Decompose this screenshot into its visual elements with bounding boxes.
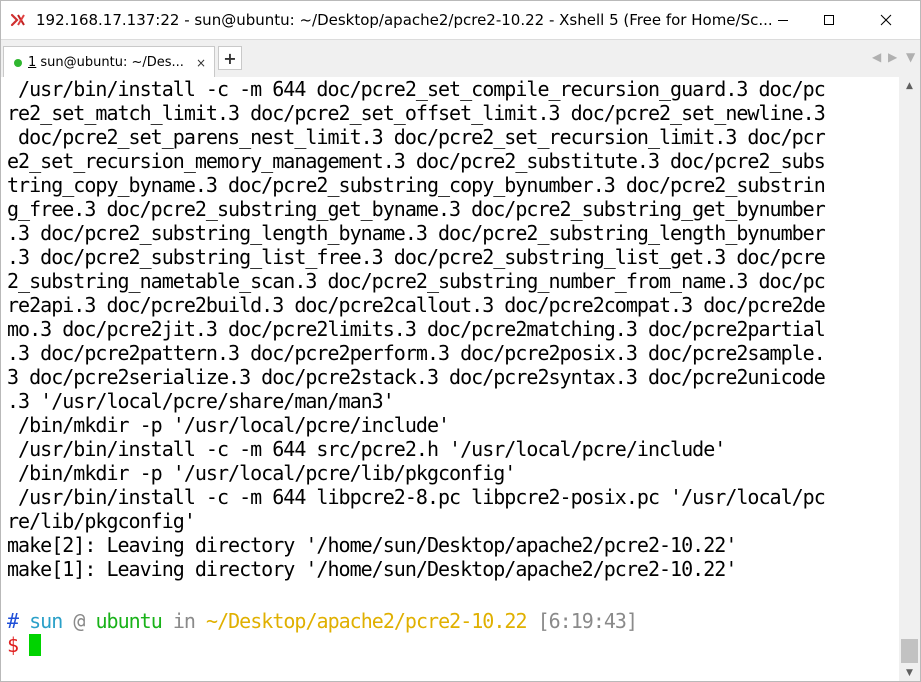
terminal-line: re2_set_match_limit.3 doc/pcre2_set_offs… bbox=[7, 101, 826, 125]
terminal-line: /usr/bin/install -c -m 644 libpcre2-8.pc… bbox=[7, 485, 826, 509]
terminal-line: .3 '/usr/local/pcre/share/man/man3' bbox=[7, 389, 395, 413]
prompt-dollar: $ bbox=[7, 633, 19, 657]
terminal-line: e2_set_recursion_memory_management.3 doc… bbox=[7, 149, 826, 173]
terminal-line: make[2]: Leaving directory '/home/sun/De… bbox=[7, 533, 737, 557]
minimize-icon bbox=[778, 20, 788, 21]
scroll-down-icon[interactable]: ▼ bbox=[899, 664, 920, 681]
vertical-scrollbar[interactable]: ▲ ▼ bbox=[899, 77, 920, 681]
scroll-up-icon[interactable]: ▲ bbox=[899, 77, 920, 94]
terminal-output[interactable]: /usr/bin/install -c -m 644 doc/pcre2_set… bbox=[1, 77, 899, 681]
tab-menu-icon[interactable]: ▼ bbox=[906, 50, 915, 64]
minimize-button[interactable] bbox=[760, 1, 806, 39]
terminal-line: 2_substring_nametable_scan.3 doc/pcre2_s… bbox=[7, 269, 826, 293]
terminal-line: /bin/mkdir -p '/usr/local/pcre/lib/pkgco… bbox=[7, 461, 516, 485]
prompt-hash: # bbox=[7, 609, 19, 633]
maximize-button[interactable] bbox=[806, 1, 852, 39]
connected-status-icon bbox=[14, 58, 22, 67]
tab-next-icon[interactable]: ▶ bbox=[888, 50, 897, 64]
title-bar[interactable]: 192.168.17.137:22 - sun@ubuntu: ~/Deskto… bbox=[1, 1, 920, 39]
shell-prompt-input[interactable]: $ bbox=[7, 633, 42, 657]
maximize-icon bbox=[824, 15, 834, 25]
terminal-line: .3 doc/pcre2pattern.3 doc/pcre2perform.3… bbox=[7, 341, 826, 365]
prompt-path: ~/Desktop/apache2/pcre2-10.22 bbox=[206, 609, 527, 633]
terminal-line: /usr/bin/install -c -m 644 doc/pcre2_set… bbox=[7, 77, 826, 101]
new-tab-button[interactable]: + bbox=[218, 46, 242, 70]
shell-prompt-info: # sun @ ubuntu in ~/Desktop/apache2/pcre… bbox=[7, 609, 638, 633]
close-button[interactable] bbox=[863, 1, 909, 39]
terminal-line: g_free.3 doc/pcre2_substring_get_byname.… bbox=[7, 197, 826, 221]
terminal-line: 3 doc/pcre2serialize.3 doc/pcre2stack.3 … bbox=[7, 365, 826, 389]
terminal-line: .3 doc/pcre2_substring_length_byname.3 d… bbox=[7, 221, 826, 245]
tab-prev-icon[interactable]: ◀ bbox=[872, 50, 881, 64]
close-icon bbox=[880, 14, 892, 26]
terminal-line: .3 doc/pcre2_substring_list_free.3 doc/p… bbox=[7, 245, 826, 269]
terminal-line: re/lib/pkgconfig' bbox=[7, 509, 196, 533]
window-title: 192.168.17.137:22 - sun@ubuntu: ~/Deskto… bbox=[36, 11, 773, 29]
prompt-time: [6:19:43] bbox=[537, 609, 638, 633]
scrollbar-thumb[interactable] bbox=[901, 639, 918, 663]
terminal-line: /usr/bin/install -c -m 644 src/pcre2.h '… bbox=[7, 437, 726, 461]
xshell-app-icon[interactable] bbox=[10, 12, 26, 28]
terminal-line: doc/pcre2_set_parens_nest_limit.3 doc/pc… bbox=[7, 125, 826, 149]
terminal-line: tring_copy_byname.3 doc/pcre2_substring_… bbox=[7, 173, 826, 197]
prompt-at: @ bbox=[73, 609, 85, 633]
text-cursor bbox=[29, 634, 42, 656]
prompt-host: ubuntu bbox=[95, 609, 162, 633]
prompt-in: in bbox=[172, 609, 196, 633]
xshell-window: 192.168.17.137:22 - sun@ubuntu: ~/Deskto… bbox=[0, 0, 921, 682]
session-tab[interactable]: 1 sun@ubuntu: ~/Des... × bbox=[3, 46, 215, 78]
terminal-line: make[1]: Leaving directory '/home/sun/De… bbox=[7, 557, 737, 581]
prompt-user: sun bbox=[29, 609, 63, 633]
terminal-line: re2api.3 doc/pcre2build.3 doc/pcre2callo… bbox=[7, 293, 826, 317]
terminal-line: /bin/mkdir -p '/usr/local/pcre/include' bbox=[7, 413, 450, 437]
session-tab-label: 1 sun@ubuntu: ~/Des... bbox=[28, 55, 184, 70]
session-tab-bar: 1 sun@ubuntu: ~/Des... × + ◀ ▶ ▼ bbox=[1, 39, 920, 78]
terminal-line: mo.3 doc/pcre2jit.3 doc/pcre2limits.3 do… bbox=[7, 317, 826, 341]
tab-close-icon[interactable]: × bbox=[196, 56, 206, 70]
